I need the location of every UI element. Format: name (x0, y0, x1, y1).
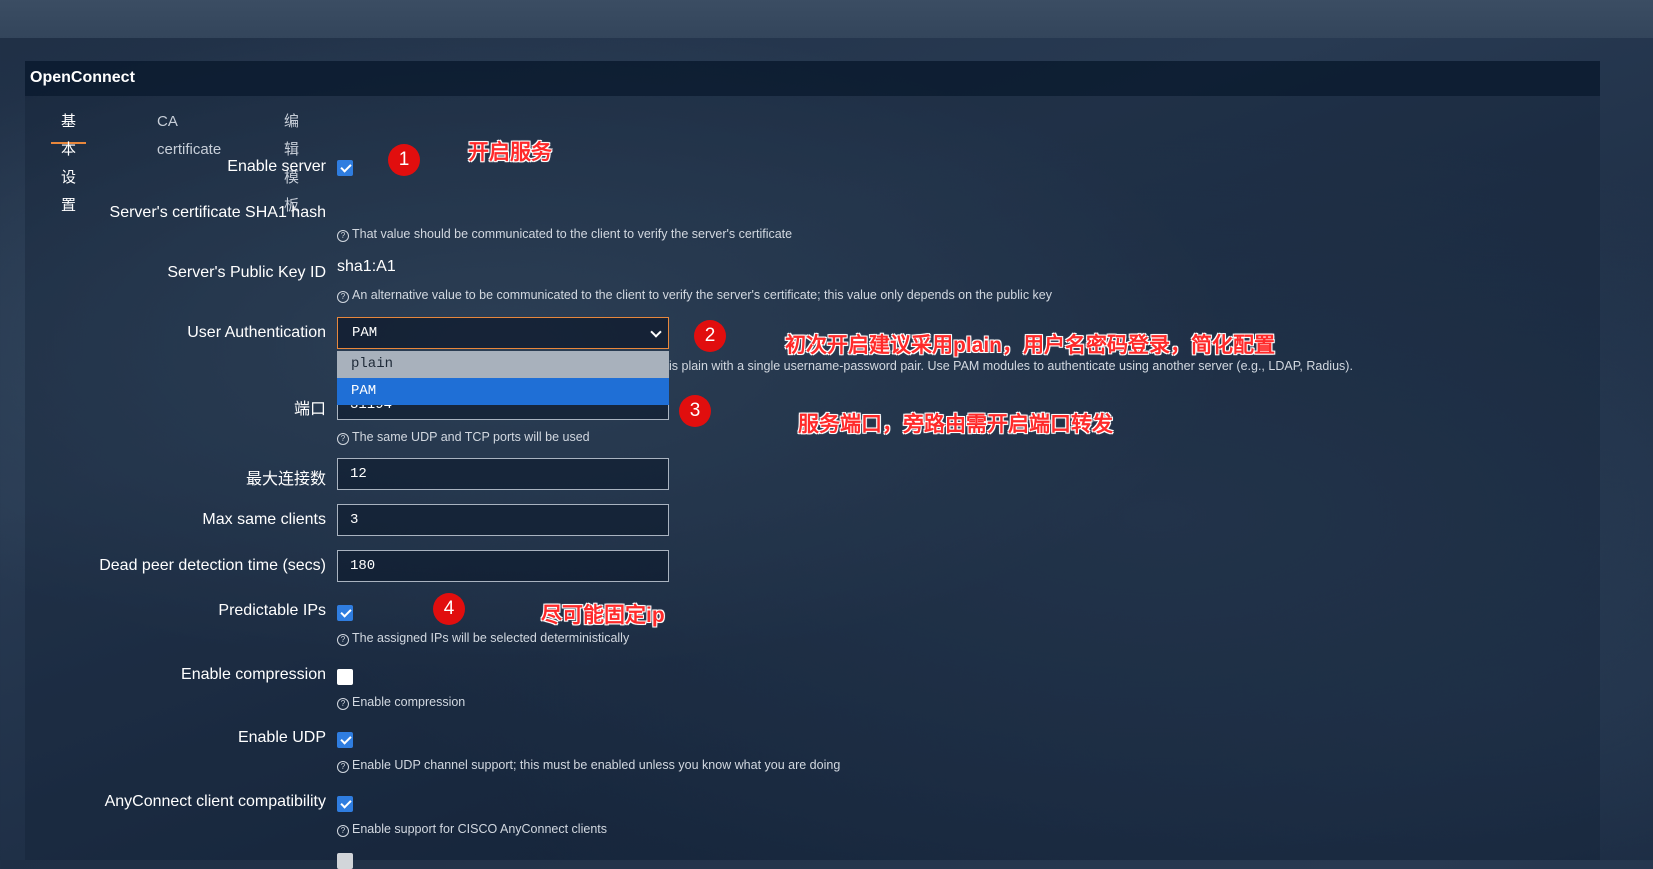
predictable-label: Predictable IPs (218, 602, 326, 619)
help-icon: ? (337, 761, 349, 773)
annotation-badge-3: 3 (679, 395, 711, 427)
max-clients-label: 最大连接数 (245, 471, 326, 488)
anyconnect-label: AnyConnect client compatibility (104, 793, 326, 810)
annotation-text-1: 开启服务 (468, 141, 552, 164)
enable-server-label: Enable server (227, 158, 326, 175)
annotation-badge-1: 1 (388, 144, 420, 176)
udp-hint: ? Enable UDP channel support; this must b… (337, 758, 840, 773)
panel-title: OpenConnect (30, 69, 135, 86)
sha1-label: Server's certificate SHA1 hash (109, 204, 326, 221)
anyconnect-checkbox[interactable] (337, 796, 353, 812)
predictable-hint-text: The assigned IPs will be selected determ… (352, 631, 630, 645)
compression-label: Enable compression (181, 666, 326, 683)
help-icon: ? (337, 291, 349, 303)
sha1-hint-text: That value should be communicated to the… (352, 227, 793, 241)
max-same-input[interactable]: 3 (337, 504, 669, 536)
pubkey-hint: ? An alternative value to be communicated… (337, 288, 1052, 303)
predictable-hint: ? The assigned IPs will be selected deter… (337, 631, 629, 646)
auth-hint: is plain with a single username-password… (669, 359, 1353, 373)
help-icon: ? (337, 634, 349, 646)
tab-basic-settings[interactable]: 基本设置 (51, 108, 87, 214)
auth-dropdown: plain PAM (337, 351, 669, 405)
help-icon: ? (337, 698, 349, 710)
enable-server-checkbox[interactable] (337, 160, 353, 176)
anyconnect-hint: ? Enable support for CISCO AnyConnect cli… (337, 822, 607, 837)
auth-option-plain[interactable]: plain (337, 351, 669, 378)
port-hint: ? The same UDP and TCP ports will be used (337, 430, 590, 445)
annotation-text-2: 初次开启建议采用plain，用户名密码登录，简化配置 (785, 334, 1276, 357)
auth-option-pam[interactable]: PAM (337, 378, 669, 405)
compression-hint-text: Enable compression (352, 695, 466, 709)
auth-select-value: PAM (352, 325, 378, 341)
help-icon: ? (337, 825, 349, 837)
udp-checkbox[interactable] (337, 732, 353, 748)
pubkey-label: Server's Public Key ID (167, 264, 326, 281)
port-label: 端口 (293, 401, 326, 418)
panel-header: OpenConnect (25, 61, 1600, 96)
auth-label: User Authentication (187, 324, 326, 341)
udp-hint-text: Enable UDP channel support; this must be… (352, 758, 841, 772)
help-icon: ? (337, 433, 349, 445)
max-clients-input[interactable]: 12 (337, 458, 669, 490)
annotation-text-3: 服务端口，旁路由需开启端口转发 (798, 413, 1113, 436)
tab-ca-certificate[interactable]: CA certificate (147, 108, 231, 158)
compression-checkbox[interactable] (337, 669, 353, 685)
next-row-checkbox[interactable] (337, 853, 353, 869)
anyconnect-hint-text: Enable support for CISCO AnyConnect clie… (352, 822, 607, 836)
top-bar (0, 0, 1653, 38)
max-same-label: Max same clients (202, 511, 326, 528)
auth-select[interactable]: PAM (337, 317, 669, 349)
dpd-label: Dead peer detection time (secs) (99, 557, 326, 574)
pubkey-value: sha1:A1 (337, 258, 396, 275)
compression-hint: ? Enable compression (337, 695, 465, 710)
chevron-down-icon (650, 326, 662, 338)
udp-label: Enable UDP (237, 729, 326, 746)
annotation-badge-4: 4 (433, 593, 465, 625)
help-icon: ? (337, 230, 349, 242)
annotation-badge-2: 2 (694, 320, 726, 352)
predictable-checkbox[interactable] (337, 605, 353, 621)
tab-edit-template[interactable]: 编辑模板 (274, 108, 309, 214)
port-hint-text: The same UDP and TCP ports will be used (352, 430, 590, 444)
pubkey-hint-text: An alternative value to be communicated … (352, 288, 1052, 302)
sha1-hint: ? That value should be communicated to th… (337, 227, 792, 242)
dpd-input[interactable]: 180 (337, 550, 669, 582)
annotation-text-4: 尽可能固定ip (541, 604, 665, 627)
